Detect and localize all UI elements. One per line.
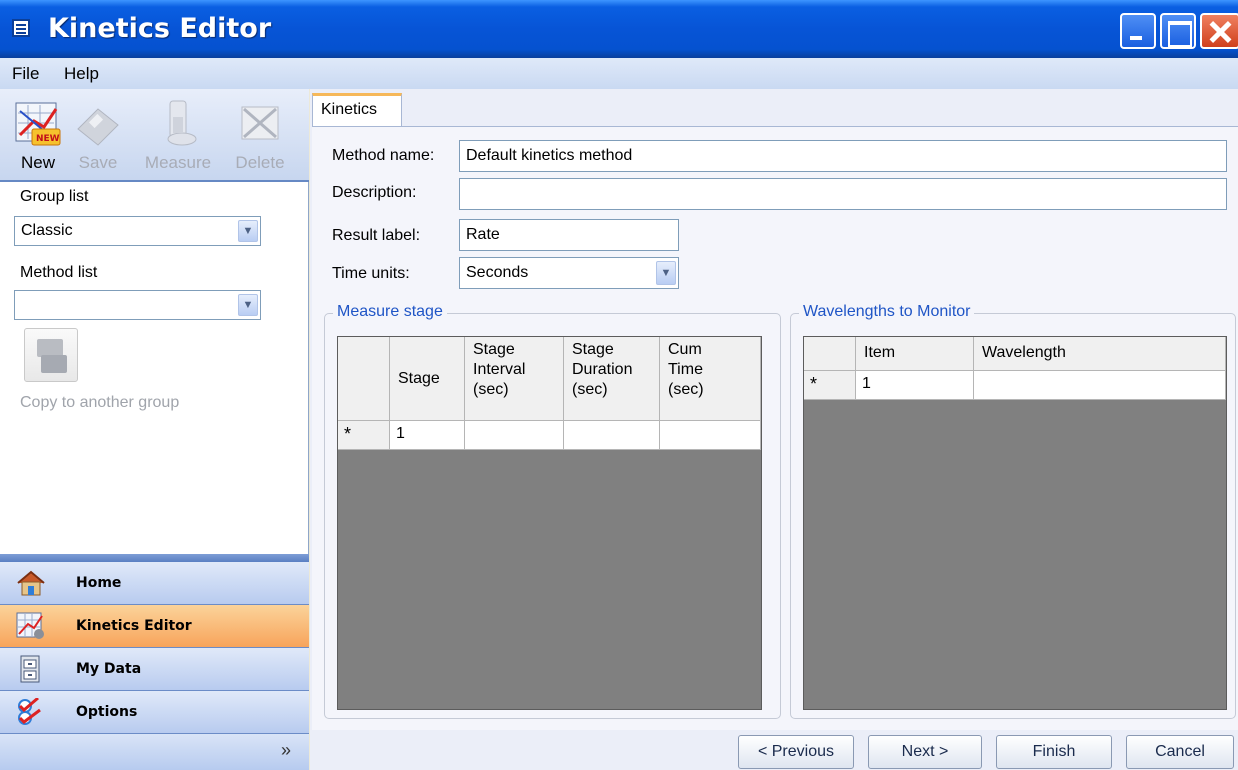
delete-label: Delete <box>235 153 285 172</box>
nav-label: Kinetics Editor <box>76 618 192 634</box>
description-input[interactable] <box>459 178 1227 210</box>
nav-item-home[interactable]: Home <box>0 562 309 605</box>
kinetics-chart-icon <box>16 612 46 640</box>
nav-footer: » <box>0 734 309 770</box>
close-button[interactable] <box>1200 13 1238 49</box>
result-label-input[interactable]: Rate <box>459 219 679 251</box>
copy-to-group-label: Copy to another group <box>20 394 180 411</box>
nav-item-my-data[interactable]: My Data <box>0 648 309 691</box>
svg-text:NEW: NEW <box>36 134 60 144</box>
time-units-select[interactable]: Seconds ▼ <box>459 257 679 289</box>
nav-item-kinetics-editor[interactable]: Kinetics Editor <box>0 605 309 648</box>
description-label: Description: <box>332 184 417 201</box>
nav-label: My Data <box>76 661 142 677</box>
measure-stage-title: Measure stage <box>333 303 447 321</box>
chevron-down-icon[interactable]: ▼ <box>238 294 258 316</box>
cancel-button[interactable]: Cancel <box>1126 735 1234 769</box>
time-units-value: Seconds <box>466 264 529 281</box>
measure-stage-group: Measure stage Stage Stage Interval (sec) S… <box>324 303 781 719</box>
previous-button[interactable]: < Previous <box>738 735 854 769</box>
floppy-disk-icon <box>74 99 122 149</box>
window-title: Kinetics Editor <box>48 13 272 44</box>
tab-strip: Kinetics <box>310 89 1238 128</box>
method-list-select[interactable]: ▼ <box>14 290 261 320</box>
column-header-stage-duration[interactable]: Stage Duration (sec) <box>564 337 660 421</box>
checklist-icon <box>16 696 46 726</box>
kinetics-panel: Method name: Default kinetics method Des… <box>312 126 1238 730</box>
minimize-button[interactable] <box>1120 13 1156 49</box>
menu-file[interactable]: File <box>12 64 39 84</box>
table-cell[interactable] <box>564 421 660 450</box>
wavelengths-grid[interactable]: Item Wavelength * 1 <box>803 336 1227 710</box>
main-content: Kinetics Method name: Default kinetics m… <box>310 89 1238 770</box>
method-name-label: Method name: <box>332 147 435 164</box>
time-units-label: Time units: <box>332 265 410 282</box>
new-row-marker[interactable]: * <box>804 371 856 400</box>
save-button[interactable]: Save <box>70 99 126 173</box>
wizard-button-bar: < Previous Next > Finish Cancel <box>310 730 1238 770</box>
toolbar: NEW New Save Measure Delete <box>0 89 309 182</box>
measure-stage-grid[interactable]: Stage Stage Interval (sec) Stage Duration (s… <box>337 336 762 710</box>
table-cell[interactable]: 1 <box>856 371 974 400</box>
measure-button[interactable]: Measure <box>138 99 218 173</box>
measure-label: Measure <box>144 153 212 172</box>
copy-to-group-button[interactable] <box>24 328 78 382</box>
grid-corner-header <box>804 337 856 371</box>
chevron-down-icon[interactable]: ▼ <box>656 261 676 285</box>
wavelengths-title: Wavelengths to Monitor <box>799 303 975 321</box>
panel-splitter[interactable] <box>0 554 309 562</box>
wavelengths-group: Wavelengths to Monitor Item Wavelength *… <box>790 303 1236 719</box>
method-list-label: Method list <box>20 264 98 281</box>
menu-help[interactable]: Help <box>64 64 99 84</box>
title-bar: Kinetics Editor <box>0 0 1238 58</box>
column-header-cum-time[interactable]: Cum Time (sec) <box>660 337 761 421</box>
group-list-label: Group list <box>20 188 89 205</box>
nav-label: Options <box>76 704 138 720</box>
table-cell[interactable]: 1 <box>390 421 465 450</box>
group-list-select[interactable]: Classic ▼ <box>14 216 261 246</box>
column-header-stage-interval[interactable]: Stage Interval (sec) <box>465 337 564 421</box>
new-label: New <box>20 153 55 172</box>
cuvette-icon <box>154 99 202 149</box>
column-header-wavelength[interactable]: Wavelength <box>974 337 1226 371</box>
table-cell[interactable] <box>974 371 1226 400</box>
new-row-marker[interactable]: * <box>338 421 390 450</box>
save-label: Save <box>78 153 118 172</box>
method-name-input[interactable]: Default kinetics method <box>459 140 1227 172</box>
expand-chevron-icon[interactable]: » <box>281 740 291 761</box>
group-list-value: Classic <box>21 222 73 239</box>
nav-item-options[interactable]: Options <box>0 691 309 734</box>
new-method-icon: NEW <box>14 99 62 149</box>
new-button[interactable]: NEW New <box>10 99 66 173</box>
chevron-down-icon[interactable]: ▼ <box>238 220 258 242</box>
table-cell[interactable] <box>660 421 761 450</box>
next-button[interactable]: Next > <box>868 735 982 769</box>
delete-icon <box>236 99 284 149</box>
house-icon <box>16 569 46 597</box>
maximize-button[interactable] <box>1160 13 1196 49</box>
column-header-item[interactable]: Item <box>856 337 974 371</box>
tab-kinetics[interactable]: Kinetics <box>312 93 402 128</box>
delete-button[interactable]: Delete <box>228 99 292 173</box>
grid-corner-header <box>338 337 390 421</box>
left-panel: NEW New Save Measure Delete Group list C… <box>0 89 309 770</box>
app-icon[interactable] <box>12 19 30 37</box>
column-header-stage[interactable]: Stage <box>390 337 465 421</box>
finish-button[interactable]: Finish <box>996 735 1112 769</box>
result-label-label: Result label: <box>332 227 421 244</box>
nav-label: Home <box>76 575 122 591</box>
table-cell[interactable] <box>465 421 564 450</box>
cabinet-icon <box>16 655 46 683</box>
menu-bar: File Help <box>0 58 1238 89</box>
